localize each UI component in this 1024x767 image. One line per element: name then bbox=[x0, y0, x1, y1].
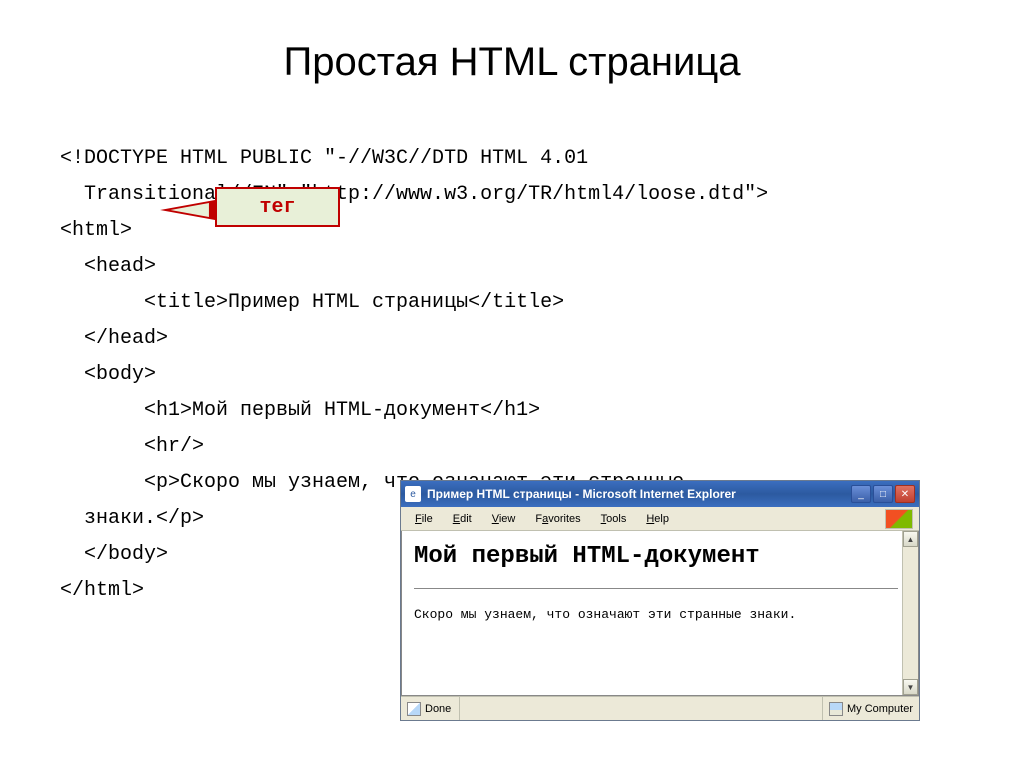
titlebar[interactable]: e Пример HTML страницы - Microsoft Inter… bbox=[401, 481, 919, 507]
code-line: знаки.</p> bbox=[60, 507, 204, 530]
minimize-button[interactable]: _ bbox=[851, 485, 871, 503]
code-line: <h1>Мой первый HTML-документ</h1> bbox=[60, 399, 540, 422]
scroll-up-button[interactable]: ▲ bbox=[903, 531, 918, 547]
page-title: Простая HTML страница bbox=[60, 40, 964, 85]
menubar: File Edit View Favorites Tools Help bbox=[401, 507, 919, 531]
annotation-label: тег bbox=[215, 187, 340, 227]
vertical-scrollbar[interactable]: ▲ ▼ bbox=[902, 531, 918, 695]
scroll-down-button[interactable]: ▼ bbox=[903, 679, 918, 695]
menu-favorites[interactable]: Favorites bbox=[527, 511, 588, 527]
browser-viewport: Мой первый HTML-документ Скоро мы узнаем… bbox=[401, 531, 919, 696]
browser-app-icon: e bbox=[405, 486, 421, 502]
menu-file[interactable]: File bbox=[407, 511, 441, 527]
close-button[interactable]: ✕ bbox=[895, 485, 915, 503]
maximize-button[interactable]: □ bbox=[873, 485, 893, 503]
rendered-hr bbox=[414, 588, 898, 589]
code-line: <!DOCTYPE HTML PUBLIC "-//W3C//DTD HTML … bbox=[60, 147, 588, 170]
statusbar: Done My Computer bbox=[401, 696, 919, 720]
rendered-paragraph: Скоро мы узнаем, что означают эти странн… bbox=[414, 607, 898, 622]
scroll-track[interactable] bbox=[903, 547, 918, 679]
annotation-arrow-icon bbox=[160, 200, 215, 220]
code-line: <hr/> bbox=[60, 435, 204, 458]
code-line: <html> bbox=[60, 219, 132, 242]
document-icon bbox=[407, 702, 421, 716]
computer-icon bbox=[829, 702, 843, 716]
rendered-heading: Мой первый HTML-документ bbox=[414, 543, 898, 570]
windows-flag-icon bbox=[885, 509, 913, 529]
window-title: Пример HTML страницы - Microsoft Interne… bbox=[427, 487, 851, 501]
menu-edit[interactable]: Edit bbox=[445, 511, 480, 527]
status-done: Done bbox=[425, 703, 451, 715]
code-line: </html> bbox=[60, 579, 144, 602]
menu-view[interactable]: View bbox=[484, 511, 524, 527]
code-line: <title>Пример HTML страницы</title> bbox=[60, 291, 564, 314]
browser-window: e Пример HTML страницы - Microsoft Inter… bbox=[400, 480, 920, 721]
menu-help[interactable]: Help bbox=[638, 511, 677, 527]
code-line: <head> bbox=[60, 255, 156, 278]
code-line: <body> bbox=[60, 363, 156, 386]
code-line: </body> bbox=[60, 543, 168, 566]
code-line: </head> bbox=[60, 327, 168, 350]
status-location: My Computer bbox=[847, 703, 913, 715]
menu-tools[interactable]: Tools bbox=[593, 511, 635, 527]
